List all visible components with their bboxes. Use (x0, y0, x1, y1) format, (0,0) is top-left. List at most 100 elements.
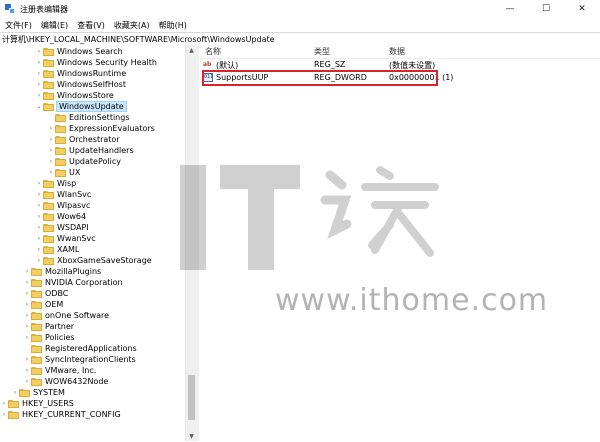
chevron-right-icon[interactable]: › (35, 211, 43, 222)
tree-item-label: WwanSvc (57, 234, 96, 243)
chevron-right-icon[interactable]: › (23, 354, 31, 365)
chevron-right-icon[interactable]: › (35, 233, 43, 244)
chevron-right-icon[interactable]: › (47, 145, 55, 156)
tree-item-wisp[interactable]: › Wisp (35, 178, 76, 189)
tree-item-registeredapplications[interactable]: RegisteredApplications (23, 343, 137, 354)
menu-edit[interactable]: 编辑(E) (37, 20, 72, 31)
chevron-right-icon[interactable]: › (47, 167, 55, 178)
tree-item-updatepolicy[interactable]: › UpdatePolicy (47, 156, 121, 167)
tree-item-wow64[interactable]: › Wow64 (35, 211, 86, 222)
tree-item-mozillaplugins[interactable]: › MozillaPlugins (23, 266, 101, 277)
tree-item-windowsruntime[interactable]: › WindowsRuntime (35, 68, 126, 79)
tree-item-onone-software[interactable]: › onOne Software (23, 310, 109, 321)
folder-icon (8, 399, 19, 408)
tree-item-hkey-current-config[interactable]: › HKEY_CURRENT_CONFIG (0, 409, 121, 420)
tree-item-vmware[interactable]: › VMware, Inc. (23, 365, 97, 376)
tree-item-wow6432node[interactable]: › WOW6432Node (23, 376, 109, 387)
tree-item-partner[interactable]: › Partner (23, 321, 74, 332)
chevron-right-icon[interactable]: › (0, 398, 8, 409)
tree-item-label: UpdatePolicy (69, 157, 121, 166)
tree-item-hkey-users[interactable]: › HKEY_USERS (0, 398, 74, 409)
chevron-right-icon[interactable]: › (35, 90, 43, 101)
chevron-right-icon[interactable]: › (35, 57, 43, 68)
tree-item-windows-security-health[interactable]: › Windows Security Health (35, 57, 157, 68)
tree-item-expressionevaluators[interactable]: › ExpressionEvaluators (47, 123, 155, 134)
chevron-right-icon[interactable]: › (23, 332, 31, 343)
chevron-right-icon[interactable]: › (23, 277, 31, 288)
tree-item-nvidia-corporation[interactable]: › NVIDIA Corporation (23, 277, 123, 288)
chevron-right-icon[interactable]: › (35, 200, 43, 211)
tree-item-windows-search[interactable]: › Windows Search (35, 46, 123, 57)
folder-icon (31, 278, 42, 287)
chevron-right-icon[interactable]: › (23, 321, 31, 332)
chevron-right-icon[interactable]: › (11, 387, 19, 398)
tree-item-wlpasvc[interactable]: › Wlpasvc (35, 200, 91, 211)
tree-item-system[interactable]: › SYSTEM (11, 387, 65, 398)
tree-item-oem[interactable]: › OEM (23, 299, 63, 310)
tree-item-windowsselfhost[interactable]: › WindowsSelfHost (35, 79, 126, 90)
tree-item-xboxgamesavestorage[interactable]: › XboxGameSaveStorage (35, 255, 152, 266)
window-controls: — ☐ ✕ (492, 0, 600, 18)
tree-item-wlansvc[interactable]: › WlanSvc (35, 189, 92, 200)
chevron-right-icon[interactable]: › (23, 365, 31, 376)
chevron-right-icon[interactable]: › (23, 310, 31, 321)
tree-item-orchestrator[interactable]: › Orchestrator (47, 134, 120, 145)
maximize-button[interactable]: ☐ (528, 0, 564, 18)
address-bar[interactable]: 计算机\HKEY_LOCAL_MACHINE\SOFTWARE\Microsof… (0, 32, 600, 46)
chevron-right-icon[interactable]: › (35, 189, 43, 200)
tree-item-syncintegrationclients[interactable]: › SyncIntegrationClients (23, 354, 136, 365)
tree-item-editionsettings[interactable]: EditionSettings (47, 112, 130, 123)
tree-item-updatehandlers[interactable]: › UpdateHandlers (47, 145, 134, 156)
column-header-type[interactable]: 类型 (314, 46, 330, 57)
tree-item-wwansvc[interactable]: › WwanSvc (35, 233, 96, 244)
tree-item-wsdapi[interactable]: › WSDAPI (35, 222, 89, 233)
tree-item-ux[interactable]: › UX (47, 167, 81, 178)
chevron-right-icon[interactable]: › (47, 156, 55, 167)
menu-bar: 文件(F) 编辑(E) 查看(V) 收藏夹(A) 帮助(H) (0, 18, 600, 32)
chevron-right-icon[interactable]: › (23, 288, 31, 299)
chevron-right-icon[interactable]: › (23, 266, 31, 277)
column-header-data[interactable]: 数据 (389, 46, 405, 57)
chevron-right-icon[interactable]: › (23, 376, 31, 387)
column-header-name[interactable]: 名称 (205, 46, 221, 57)
chevron-right-icon[interactable]: › (35, 178, 43, 189)
menu-view[interactable]: 查看(V) (73, 20, 109, 31)
chevron-right-icon[interactable]: › (35, 255, 43, 266)
minimize-button[interactable]: — (492, 0, 528, 18)
tree-item-label: Windows Search (57, 47, 123, 56)
tree-item-xaml[interactable]: › XAML (35, 244, 80, 255)
tree-item-odbc[interactable]: › ODBC (23, 288, 69, 299)
folder-icon (8, 410, 19, 419)
chevron-right-icon[interactable]: › (47, 134, 55, 145)
tree-item-policies[interactable]: › Policies (23, 332, 75, 343)
tree-item-label: Orchestrator (69, 135, 120, 144)
value-type: REG_SZ (314, 60, 346, 69)
chevron-right-icon[interactable]: › (35, 46, 43, 57)
chevron-right-icon[interactable]: › (35, 244, 43, 255)
list-header: 名称 类型 数据 (199, 45, 600, 59)
tree-item-windowsupdate[interactable]: ⌄ WindowsUpdate (35, 101, 127, 112)
folder-icon (19, 388, 30, 397)
tree-item-windowsstore[interactable]: › WindowsStore (35, 90, 114, 101)
chevron-right-icon[interactable]: › (35, 68, 43, 79)
address-path[interactable]: 计算机\HKEY_LOCAL_MACHINE\SOFTWARE\Microsof… (2, 34, 275, 45)
menu-help[interactable]: 帮助(H) (155, 20, 191, 31)
folder-icon (55, 135, 66, 144)
chevron-down-icon[interactable]: ⌄ (35, 101, 43, 112)
chevron-right-icon[interactable]: › (23, 299, 31, 310)
tree-item-label: NVIDIA Corporation (45, 278, 123, 287)
chevron-right-icon[interactable]: › (35, 79, 43, 90)
tree-item-label: UpdateHandlers (69, 146, 134, 155)
menu-favorites[interactable]: 收藏夹(A) (110, 20, 154, 31)
chevron-right-icon[interactable]: › (35, 222, 43, 233)
chevron-right-icon[interactable]: › (0, 409, 8, 420)
regedit-window: 注册表编辑器 — ☐ ✕ 文件(F) 编辑(E) 查看(V) 收藏夹(A) 帮助… (0, 0, 600, 442)
close-button[interactable]: ✕ (564, 0, 600, 18)
menu-file[interactable]: 文件(F) (1, 20, 36, 31)
tree-item-label: MozillaPlugins (45, 267, 102, 276)
scroll-thumb[interactable] (188, 375, 195, 420)
folder-icon (43, 69, 54, 78)
title-bar[interactable]: 注册表编辑器 — ☐ ✕ (0, 0, 600, 18)
chevron-right-icon[interactable]: › (47, 123, 55, 134)
folder-icon (43, 91, 54, 100)
